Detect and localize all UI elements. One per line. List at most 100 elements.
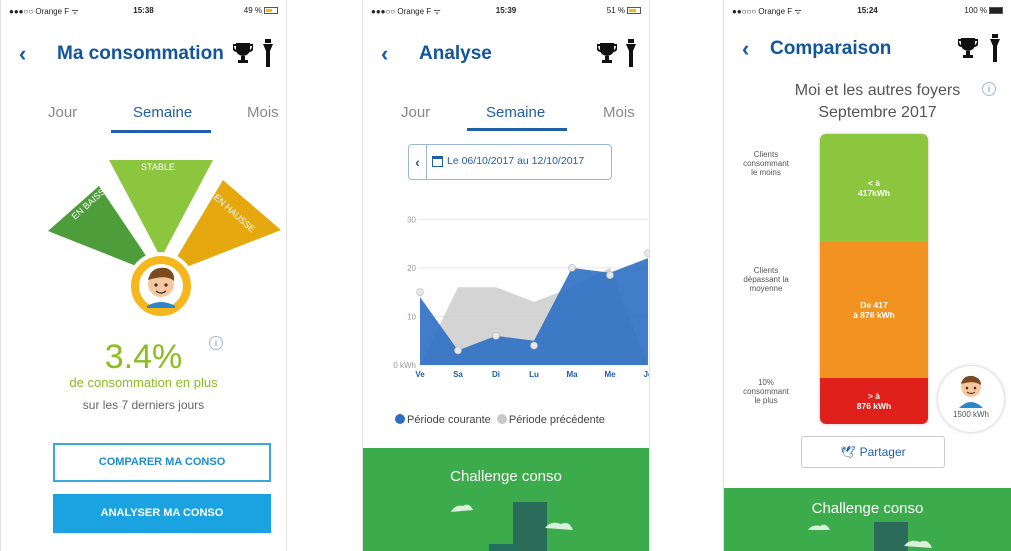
avatar-icon xyxy=(959,375,983,408)
gauge-label-stable: STABLE xyxy=(141,162,175,172)
city-illustration xyxy=(808,522,932,551)
comparison-heading: Moi et les autres foyers Septembre 2017 xyxy=(764,80,991,124)
tab-active-underline xyxy=(111,130,211,133)
trophy-icon[interactable] xyxy=(597,41,617,65)
challenge-banner[interactable]: Challenge conso xyxy=(363,448,649,551)
screen-consommation: ●●●○○ Orange F ᯤ 15:38 49 % ‹ Ma consomm… xyxy=(0,0,287,551)
period-tabs: Jour Semaine Mois xyxy=(363,100,649,134)
weekly-consumption-chart: 0 kWh 10 20 30 Ve Sa Di Lu Ma Me Je xyxy=(393,215,650,379)
battery-icon xyxy=(989,7,1003,14)
x-tick-label: Je xyxy=(644,370,650,379)
avatar-icon xyxy=(127,252,195,320)
tab-mois[interactable]: Mois xyxy=(247,104,279,121)
comparison-segment-value: à 876 kWh xyxy=(853,310,895,320)
data-point xyxy=(454,346,462,355)
period-description: sur les 7 derniers jours xyxy=(82,398,205,412)
screen-analyse: ●●●○○ Orange F ᯤ 15:39 51 % ‹ Analyse Jo… xyxy=(362,0,650,551)
back-chevron-icon[interactable]: ‹ xyxy=(381,41,388,67)
legend-previous-label: Période précédente xyxy=(508,414,605,426)
tab-semaine[interactable]: Semaine xyxy=(486,104,545,121)
comparison-segment-value: De 417 xyxy=(860,300,888,310)
nav-bar: ‹ Analyse xyxy=(363,33,649,73)
x-tick-label: Ve xyxy=(415,370,425,379)
tab-mois[interactable]: Mois xyxy=(603,104,635,121)
legend-current-label: Période courante xyxy=(407,414,491,426)
battery-label: 51 % xyxy=(606,6,625,15)
battery-indicator: 100 % xyxy=(964,6,1003,15)
back-chevron-icon[interactable]: ‹ xyxy=(742,36,749,62)
battery-indicator: 49 % xyxy=(244,6,278,15)
back-chevron-icon[interactable]: ‹ xyxy=(19,41,26,67)
tab-active-underline xyxy=(467,128,567,131)
previous-week-chevron-icon[interactable]: ‹ xyxy=(409,145,427,179)
comparison-heading-line2: Septembre 2017 xyxy=(818,104,937,121)
tab-semaine[interactable]: Semaine xyxy=(133,104,192,121)
battery-label: 100 % xyxy=(964,6,987,15)
trend-gauge: EN BAISSE STABLE EN HAUSSE xyxy=(48,160,281,320)
comparison-segment-value: < à xyxy=(867,178,881,188)
period-tabs: Jour Semaine Mois xyxy=(1,100,286,134)
status-bar: ●●○○○ Orange F ᯤ 15:24 100 % xyxy=(724,0,1011,20)
legend-current-swatch xyxy=(395,414,405,424)
twitter-bird-icon: 🕊 xyxy=(840,445,856,459)
comparison-segment-label: 10% consommant le plus xyxy=(743,378,789,405)
date-range-picker[interactable]: ‹ Le 06/10/2017 au 12/10/2017 xyxy=(408,144,612,180)
tab-jour[interactable]: Jour xyxy=(48,104,77,121)
analyse-button[interactable]: ANALYSER MA CONSO xyxy=(53,494,271,533)
challenge-title: Challenge conso xyxy=(450,468,562,485)
page-title: Ma consommation xyxy=(57,43,224,64)
legend-previous-swatch xyxy=(496,414,507,424)
consumption-change-percent: 3.4% xyxy=(104,338,183,376)
data-point xyxy=(492,332,500,340)
data-point xyxy=(644,249,649,258)
battery-indicator: 51 % xyxy=(607,6,641,15)
compare-button[interactable]: COMPARER MA CONSO xyxy=(53,443,271,482)
comparison-segment: < à 417kWh xyxy=(820,134,928,242)
x-tick-label: Di xyxy=(492,370,500,379)
x-tick-label: Me xyxy=(604,370,616,379)
trophy-icon[interactable] xyxy=(958,36,978,60)
data-point xyxy=(606,271,614,279)
date-range-label: Le 06/10/2017 au 12/10/2017 xyxy=(447,155,585,167)
flashlight-icon[interactable] xyxy=(263,39,273,67)
flashlight-icon[interactable] xyxy=(990,34,1000,62)
my-consumption-marker: 1500 kWh xyxy=(938,366,1004,432)
flashlight-icon[interactable] xyxy=(626,39,636,67)
comparison-segment-value: > à xyxy=(867,391,881,401)
challenge-banner[interactable]: Challenge conso xyxy=(724,488,1011,551)
comparison-heading-line1: Moi et les autres foyers xyxy=(794,82,961,99)
trophy-icon[interactable] xyxy=(233,41,253,65)
share-button-label: Partager xyxy=(859,445,906,459)
consumption-change-label: de consommation en plus xyxy=(69,375,218,390)
y-tick-label: 10 xyxy=(407,312,416,321)
share-button[interactable]: 🕊 Partager xyxy=(801,436,945,468)
city-illustration xyxy=(451,502,573,551)
x-tick-label: Ma xyxy=(566,370,578,379)
comparison-bar: < à 417kWh De 417 à 876 kWh > à 876 kWh xyxy=(820,134,928,424)
x-tick-label: Lu xyxy=(529,370,539,379)
battery-label: 49 % xyxy=(243,6,262,15)
info-icon[interactable]: i xyxy=(982,82,996,96)
calendar-icon xyxy=(432,156,443,167)
battery-icon xyxy=(264,7,278,14)
comparison-segment: De 417 à 876 kWh xyxy=(820,242,928,378)
info-icon[interactable]: i xyxy=(209,336,223,350)
comparison-segment-label: Clients dépassant la moyenne xyxy=(743,266,789,293)
screen-comparaison: ●●○○○ Orange F ᯤ 15:24 100 % ‹ Comparais… xyxy=(723,0,1011,551)
data-point xyxy=(568,264,576,272)
comparison-segment: > à 876 kWh xyxy=(820,378,928,424)
y-tick-label: 20 xyxy=(407,264,416,273)
x-tick-label: Sa xyxy=(453,370,463,379)
data-point xyxy=(416,288,424,296)
page-title: Analyse xyxy=(419,43,492,64)
tab-jour[interactable]: Jour xyxy=(401,104,430,121)
nav-bar: ‹ Ma consommation xyxy=(1,33,286,73)
data-point xyxy=(530,341,538,350)
my-consumption-value: 1500 kWh xyxy=(952,410,990,419)
nav-bar: ‹ Comparaison xyxy=(724,28,1011,68)
battery-icon xyxy=(627,7,641,14)
chart-legend: Période courante Période précédente xyxy=(395,414,605,426)
status-bar: ●●●○○ Orange F ᯤ 15:38 49 % xyxy=(1,0,286,20)
status-bar: ●●●○○ Orange F ᯤ 15:39 51 % xyxy=(363,0,649,20)
comparison-segment-label: Clients consommant le moins xyxy=(743,150,789,177)
